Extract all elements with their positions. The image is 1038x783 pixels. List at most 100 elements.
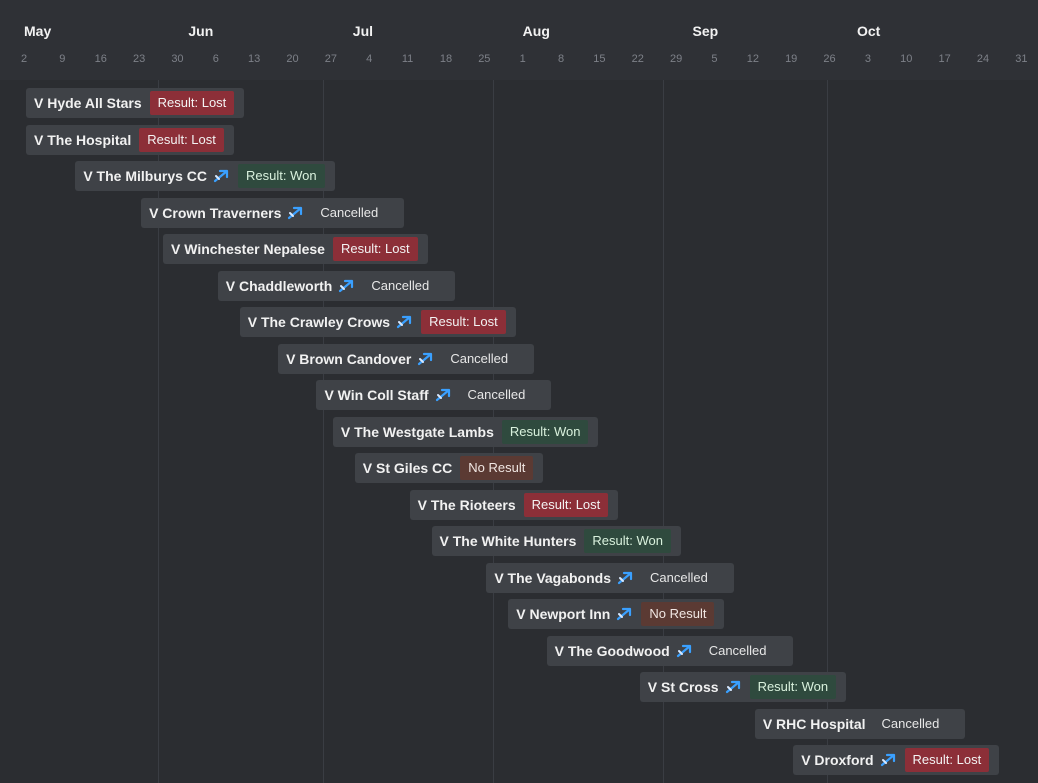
airplane-icon — [724, 679, 742, 695]
airplane-icon — [616, 570, 634, 586]
result-badge: Cancelled — [708, 642, 767, 658]
event-title: V Hyde All Stars — [34, 95, 142, 111]
result-badge: Result: Lost — [421, 310, 506, 334]
event-bar[interactable]: V Droxford Result: Lost — [793, 745, 1000, 775]
event-bar[interactable]: V Crown Traverners Cancelled — [141, 197, 405, 228]
event-title: V St Cross — [647, 679, 719, 695]
day-tick-label: 29 — [669, 53, 683, 65]
event-bar[interactable]: V RHC Hospital Cancelled — [754, 708, 966, 739]
event-title: V The Vagabonds — [494, 569, 612, 586]
day-tick-label: 26 — [823, 53, 836, 65]
month-label-oct: Oct — [856, 23, 881, 39]
result-badge: Result: Won — [501, 419, 589, 444]
day-tick-label: 10 — [900, 53, 913, 65]
day-tick-label: 1 — [519, 53, 526, 65]
day-tick-label: 3 — [864, 53, 871, 65]
day-tick-label: 20 — [286, 53, 299, 65]
event-bar[interactable]: V The Milburys CC Result: Won — [75, 161, 335, 191]
month-label-jul: Jul — [352, 23, 374, 39]
event-bar[interactable]: V Win Coll Staff Cancelled — [316, 380, 552, 410]
event-title: V Newport Inn — [516, 606, 611, 622]
day-tick-label: 13 — [248, 53, 261, 65]
day-tick-label: 30 — [171, 53, 184, 65]
result-badge: No Result — [641, 602, 715, 626]
event-title: V Chaddleworth — [225, 277, 333, 294]
event-title: V Crown Traverners — [149, 204, 282, 221]
event-title: V The White Hunters — [439, 533, 577, 549]
day-tick-label: 24 — [976, 53, 990, 65]
airplane-icon — [212, 168, 230, 184]
day-tick-label: 12 — [746, 53, 759, 65]
day-tick-label: 9 — [59, 53, 66, 65]
result-badge: Result: Won — [749, 675, 837, 699]
event-title: V Winchester Nepalese — [171, 241, 325, 257]
event-bar[interactable]: V The Rioteers Result: Lost — [409, 489, 619, 520]
event-title: V St Giles CC — [362, 460, 453, 476]
event-title: V The Rioteers — [417, 496, 516, 513]
month-label-sep: Sep — [692, 23, 719, 39]
result-badge: Result: Won — [584, 529, 671, 553]
result-badge: Cancelled — [320, 204, 379, 220]
event-title: V Win Coll Staff — [324, 387, 429, 403]
result-badge: Result: Lost — [904, 748, 990, 772]
event-title: V The Crawley Crows — [247, 314, 391, 330]
event-bar[interactable]: V St Giles CC No Result — [354, 453, 544, 483]
result-badge: Result: Lost — [523, 492, 609, 517]
event-bar[interactable]: V Hyde All Stars Result: Lost — [26, 88, 245, 118]
airplane-icon — [286, 205, 304, 221]
day-tick-label: 5 — [711, 53, 718, 65]
day-tick-label: 17 — [938, 53, 951, 65]
event-bar[interactable]: V The Westgate Lambs Result: Won — [332, 416, 599, 447]
event-bar[interactable]: V Chaddleworth Cancelled — [217, 270, 456, 301]
day-tick-label: 16 — [94, 53, 107, 65]
event-bar[interactable]: V Newport Inn No Result — [508, 599, 725, 629]
month-label-jun: Jun — [188, 23, 214, 39]
day-tick-label: 25 — [478, 53, 491, 65]
airplane-icon — [337, 278, 355, 294]
event-title: V The Goodwood — [554, 642, 670, 659]
day-tick-label: 8 — [557, 53, 565, 65]
airplane-icon — [675, 643, 693, 659]
event-bar[interactable]: V The Crawley Crows Result: Lost — [239, 307, 516, 337]
month-label-may: May — [24, 23, 52, 39]
event-bar[interactable]: V The Hospital Result: Lost — [26, 124, 234, 155]
day-tick-label: 6 — [212, 53, 219, 65]
event-bar[interactable]: V Winchester Nepalese Result: Lost — [163, 234, 428, 264]
airplane-icon — [416, 351, 434, 367]
event-title: V The Hospital — [34, 131, 132, 148]
result-badge: Result: Lost — [149, 91, 235, 115]
result-badge: Result: Won — [238, 164, 325, 188]
airplane-icon — [434, 387, 452, 403]
day-tick-label: 31 — [1015, 53, 1028, 65]
day-tick-label: 19 — [785, 53, 798, 65]
day-tick-label: 18 — [439, 53, 453, 65]
day-tick-label: 27 — [324, 53, 337, 65]
result-badge: Result: Lost — [139, 127, 224, 152]
day-tick-label: 23 — [132, 53, 146, 65]
day-tick-label: 11 — [401, 53, 414, 65]
event-bar[interactable]: V St Cross Result: Won — [639, 672, 847, 702]
day-tick-label: 15 — [593, 53, 606, 65]
month-label-aug: Aug — [522, 23, 550, 39]
day-tick-label: 4 — [366, 53, 373, 65]
airplane-icon — [879, 752, 897, 768]
event-title: V The Westgate Lambs — [340, 423, 494, 440]
event-bar[interactable]: V The White Hunters Result: Won — [431, 526, 681, 556]
result-badge: Cancelled — [650, 569, 708, 585]
event-title: V Brown Candover — [286, 350, 412, 367]
result-badge: Cancelled — [450, 350, 509, 366]
event-bar[interactable]: V The Vagabonds Cancelled — [486, 562, 734, 593]
airplane-icon — [615, 606, 633, 622]
result-badge: Cancelled — [881, 715, 940, 731]
airplane-icon — [395, 314, 413, 330]
result-badge: No Result — [460, 456, 534, 480]
event-bar[interactable]: V The Goodwood Cancelled — [546, 635, 793, 666]
result-badge: Cancelled — [467, 387, 526, 402]
event-bar[interactable]: V Brown Candover Cancelled — [278, 343, 535, 374]
day-tick-label: 2 — [20, 53, 28, 65]
schedule-timeline: May Jun Jul Aug Sep Oct 2 9 16 23 30 6 13 20 27 4 11 18 2… — [0, 0, 1038, 783]
day-tick-label: 22 — [631, 53, 644, 65]
event-title: V Droxford — [801, 752, 874, 768]
timeline-header: May Jun Jul Aug Sep Oct 2 9 16 23 30 6 13 20 27 4 11 18 2… — [0, 0, 1038, 80]
event-title: V The Milburys CC — [83, 168, 207, 184]
